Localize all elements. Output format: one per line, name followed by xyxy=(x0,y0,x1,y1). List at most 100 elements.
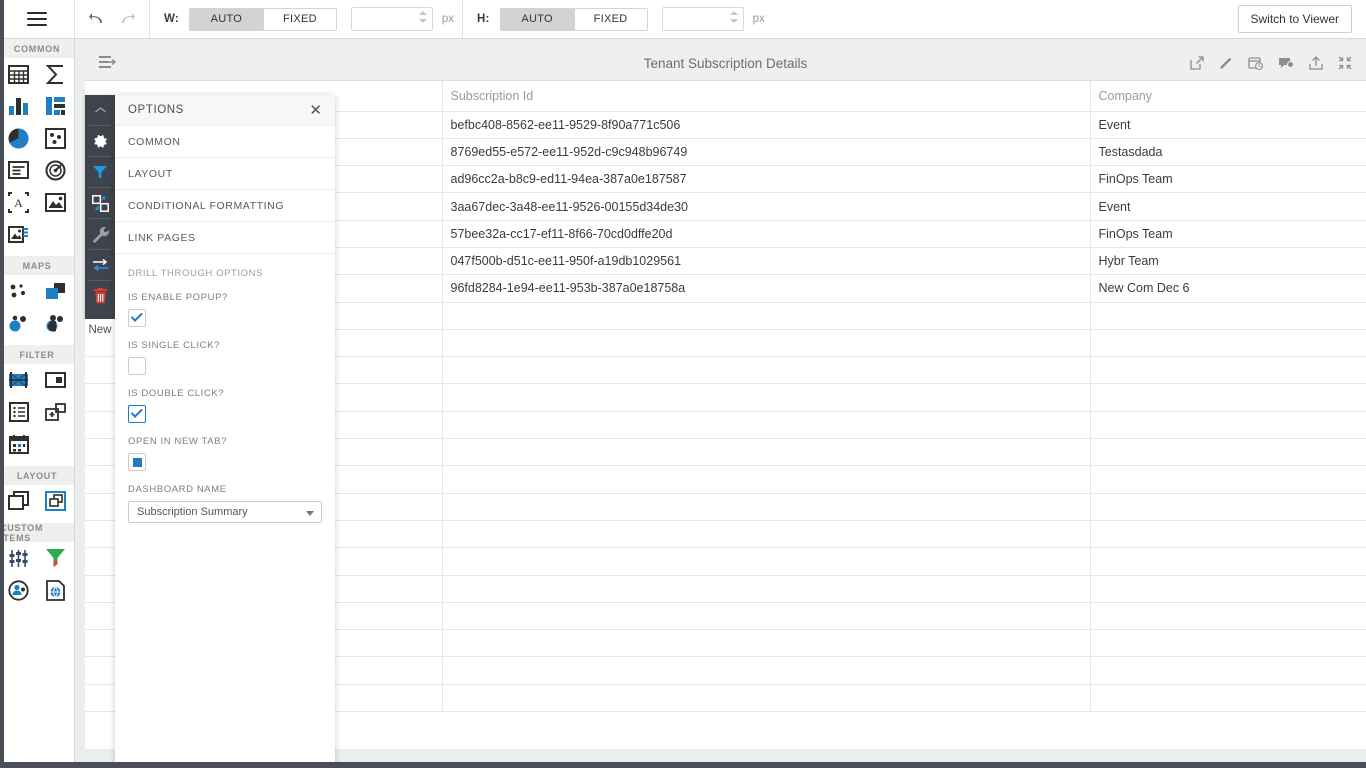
width-spinner[interactable] xyxy=(418,11,427,23)
height-spinner[interactable] xyxy=(729,11,738,23)
new-widget-label[interactable]: New xyxy=(85,319,115,341)
schedule-calendar-icon[interactable] xyxy=(1248,56,1263,70)
widget-toolstrip xyxy=(85,95,122,319)
export-upload-icon[interactable] xyxy=(1309,56,1323,70)
palette-section-grid: A xyxy=(0,58,74,250)
options-menu-item-link-pages[interactable]: LINK PAGES xyxy=(115,222,335,254)
image-widget-icon[interactable] xyxy=(37,186,74,218)
widget-header-actions xyxy=(1190,56,1352,70)
layer-map-icon[interactable] xyxy=(37,275,74,307)
gauge-widget-icon[interactable] xyxy=(37,154,74,186)
text-widget-icon[interactable]: A xyxy=(0,186,37,218)
list-filter-icon[interactable] xyxy=(0,396,37,428)
table-empty-cell xyxy=(1090,493,1366,521)
table-cell: 57bee32a-cc17-ef11-8f66-70cd0dffe20d xyxy=(442,220,1091,248)
scatter-widget-icon[interactable] xyxy=(37,122,74,154)
pie-chart-widget-icon[interactable] xyxy=(0,122,37,154)
table-column-header[interactable]: Subscription Id xyxy=(442,81,1091,112)
container-icon[interactable] xyxy=(0,485,37,517)
options-panel-header: OPTIONS ✕ xyxy=(115,95,335,126)
collapse-fullscreen-icon[interactable] xyxy=(1338,56,1352,70)
table-cell: 8769ed55-e572-ee11-952d-c9c948b96749 xyxy=(442,138,1091,167)
delete-trash-icon[interactable] xyxy=(85,281,115,311)
sliders-icon[interactable] xyxy=(0,542,37,574)
drill-through-section: DRILL THROUGH OPTIONS IS ENABLE POPUP? I… xyxy=(115,254,335,523)
double-click-checkbox[interactable] xyxy=(128,405,146,423)
palette-section-grid xyxy=(0,275,74,339)
wrench-icon[interactable] xyxy=(85,219,122,249)
table-empty-cell xyxy=(1090,656,1366,685)
table-empty-cell xyxy=(442,411,1091,440)
open-external-icon[interactable] xyxy=(1190,56,1204,70)
main-menu-button[interactable] xyxy=(0,0,75,38)
date-filter-icon[interactable] xyxy=(0,428,37,460)
edit-pencil-icon[interactable] xyxy=(1219,56,1233,70)
height-fixed-button[interactable]: FIXED xyxy=(573,8,647,30)
collapse-chevron-up-icon[interactable] xyxy=(85,95,115,125)
redo-icon[interactable] xyxy=(119,12,136,27)
svg-text:A: A xyxy=(14,196,23,210)
table-column-header[interactable]: Company xyxy=(1090,81,1366,112)
palette-section-header-maps: MAPS xyxy=(0,256,74,275)
table-empty-cell xyxy=(1090,302,1366,330)
table-empty-cell xyxy=(442,602,1091,631)
bar-chart-widget-icon[interactable] xyxy=(0,90,37,122)
comment-icon[interactable] xyxy=(1278,56,1294,70)
table-widget-icon[interactable] xyxy=(0,58,37,90)
widget-palette: COMMON A MAPS FILTER LAYOUT CUSTOM ITEMS xyxy=(0,39,75,768)
switch-to-viewer-button[interactable]: Switch to Viewer xyxy=(1237,5,1352,33)
group-container-icon[interactable] xyxy=(37,485,74,517)
options-menu-item-conditional-formatting[interactable]: CONDITIONAL FORMATTING xyxy=(115,190,335,222)
table-empty-cell xyxy=(442,547,1091,576)
palette-section-header-custom-items: CUSTOM ITEMS xyxy=(0,523,74,543)
single-click-checkbox[interactable] xyxy=(128,357,146,375)
combo-chart-widget-icon[interactable] xyxy=(37,90,74,122)
options-menu-item-layout[interactable]: LAYOUT xyxy=(115,158,335,190)
heat-map-icon[interactable] xyxy=(37,307,74,339)
funnel-icon[interactable] xyxy=(37,542,74,574)
table-cell: 047f500b-d51c-ee11-950f-a19db1029561 xyxy=(442,247,1091,276)
width-mode-segmented: AUTO FIXED xyxy=(188,7,337,31)
table-cell: ad96cc2a-b8c9-ed11-94ea-387a0e187587 xyxy=(442,165,1091,194)
width-fixed-button[interactable]: FIXED xyxy=(262,8,336,30)
cluster-map-icon[interactable] xyxy=(0,307,37,339)
palette-section-header-common: COMMON xyxy=(0,39,74,58)
user-network-icon[interactable] xyxy=(0,574,37,606)
image-list-widget-icon[interactable] xyxy=(0,218,37,250)
dropdown-filter-icon[interactable] xyxy=(37,364,74,396)
table-empty-cell xyxy=(1090,520,1366,549)
range-filter-icon[interactable] xyxy=(0,364,37,396)
duplicate-icon[interactable] xyxy=(85,188,115,218)
undo-icon[interactable] xyxy=(88,12,105,27)
options-panel-title: OPTIONS xyxy=(128,104,184,116)
options-menu-item-common[interactable]: COMMON xyxy=(115,126,335,158)
open-new-tab-checkbox[interactable] xyxy=(128,453,146,471)
indent-list-icon[interactable] xyxy=(99,55,116,69)
close-icon[interactable]: ✕ xyxy=(309,103,322,118)
table-empty-cell xyxy=(1090,329,1366,358)
filter-icon[interactable] xyxy=(85,157,115,187)
check-icon xyxy=(130,309,143,322)
table-cell: 3aa67dec-3a48-ee11-9526-00155d34de30 xyxy=(442,192,1091,221)
width-label: W: xyxy=(164,13,179,25)
bubble-map-icon[interactable] xyxy=(0,275,37,307)
sum-widget-icon[interactable] xyxy=(37,58,74,90)
web-page-icon[interactable] xyxy=(37,574,74,606)
hamburger-icon xyxy=(27,12,47,26)
card-widget-icon[interactable] xyxy=(0,154,37,186)
dashboard-name-select[interactable]: Subscription Summary xyxy=(128,501,322,523)
swap-arrows-icon[interactable] xyxy=(85,250,115,280)
table-cell: Event xyxy=(1090,192,1366,221)
panel-filter-icon[interactable] xyxy=(37,396,74,428)
settings-gear-icon[interactable] xyxy=(85,126,115,156)
double-click-label: IS DOUBLE CLICK? xyxy=(128,388,225,399)
enable-popup-checkbox[interactable] xyxy=(128,309,146,327)
height-input[interactable] xyxy=(661,7,744,31)
height-label: H: xyxy=(477,13,490,25)
width-input[interactable] xyxy=(350,7,433,31)
width-auto-button[interactable]: AUTO xyxy=(189,8,263,30)
table-cell: Hybr Team xyxy=(1090,247,1366,276)
height-auto-button[interactable]: AUTO xyxy=(500,8,574,30)
top-toolbar: W: AUTO FIXED px H: AUTO FIXED px Switch… xyxy=(0,0,1366,39)
